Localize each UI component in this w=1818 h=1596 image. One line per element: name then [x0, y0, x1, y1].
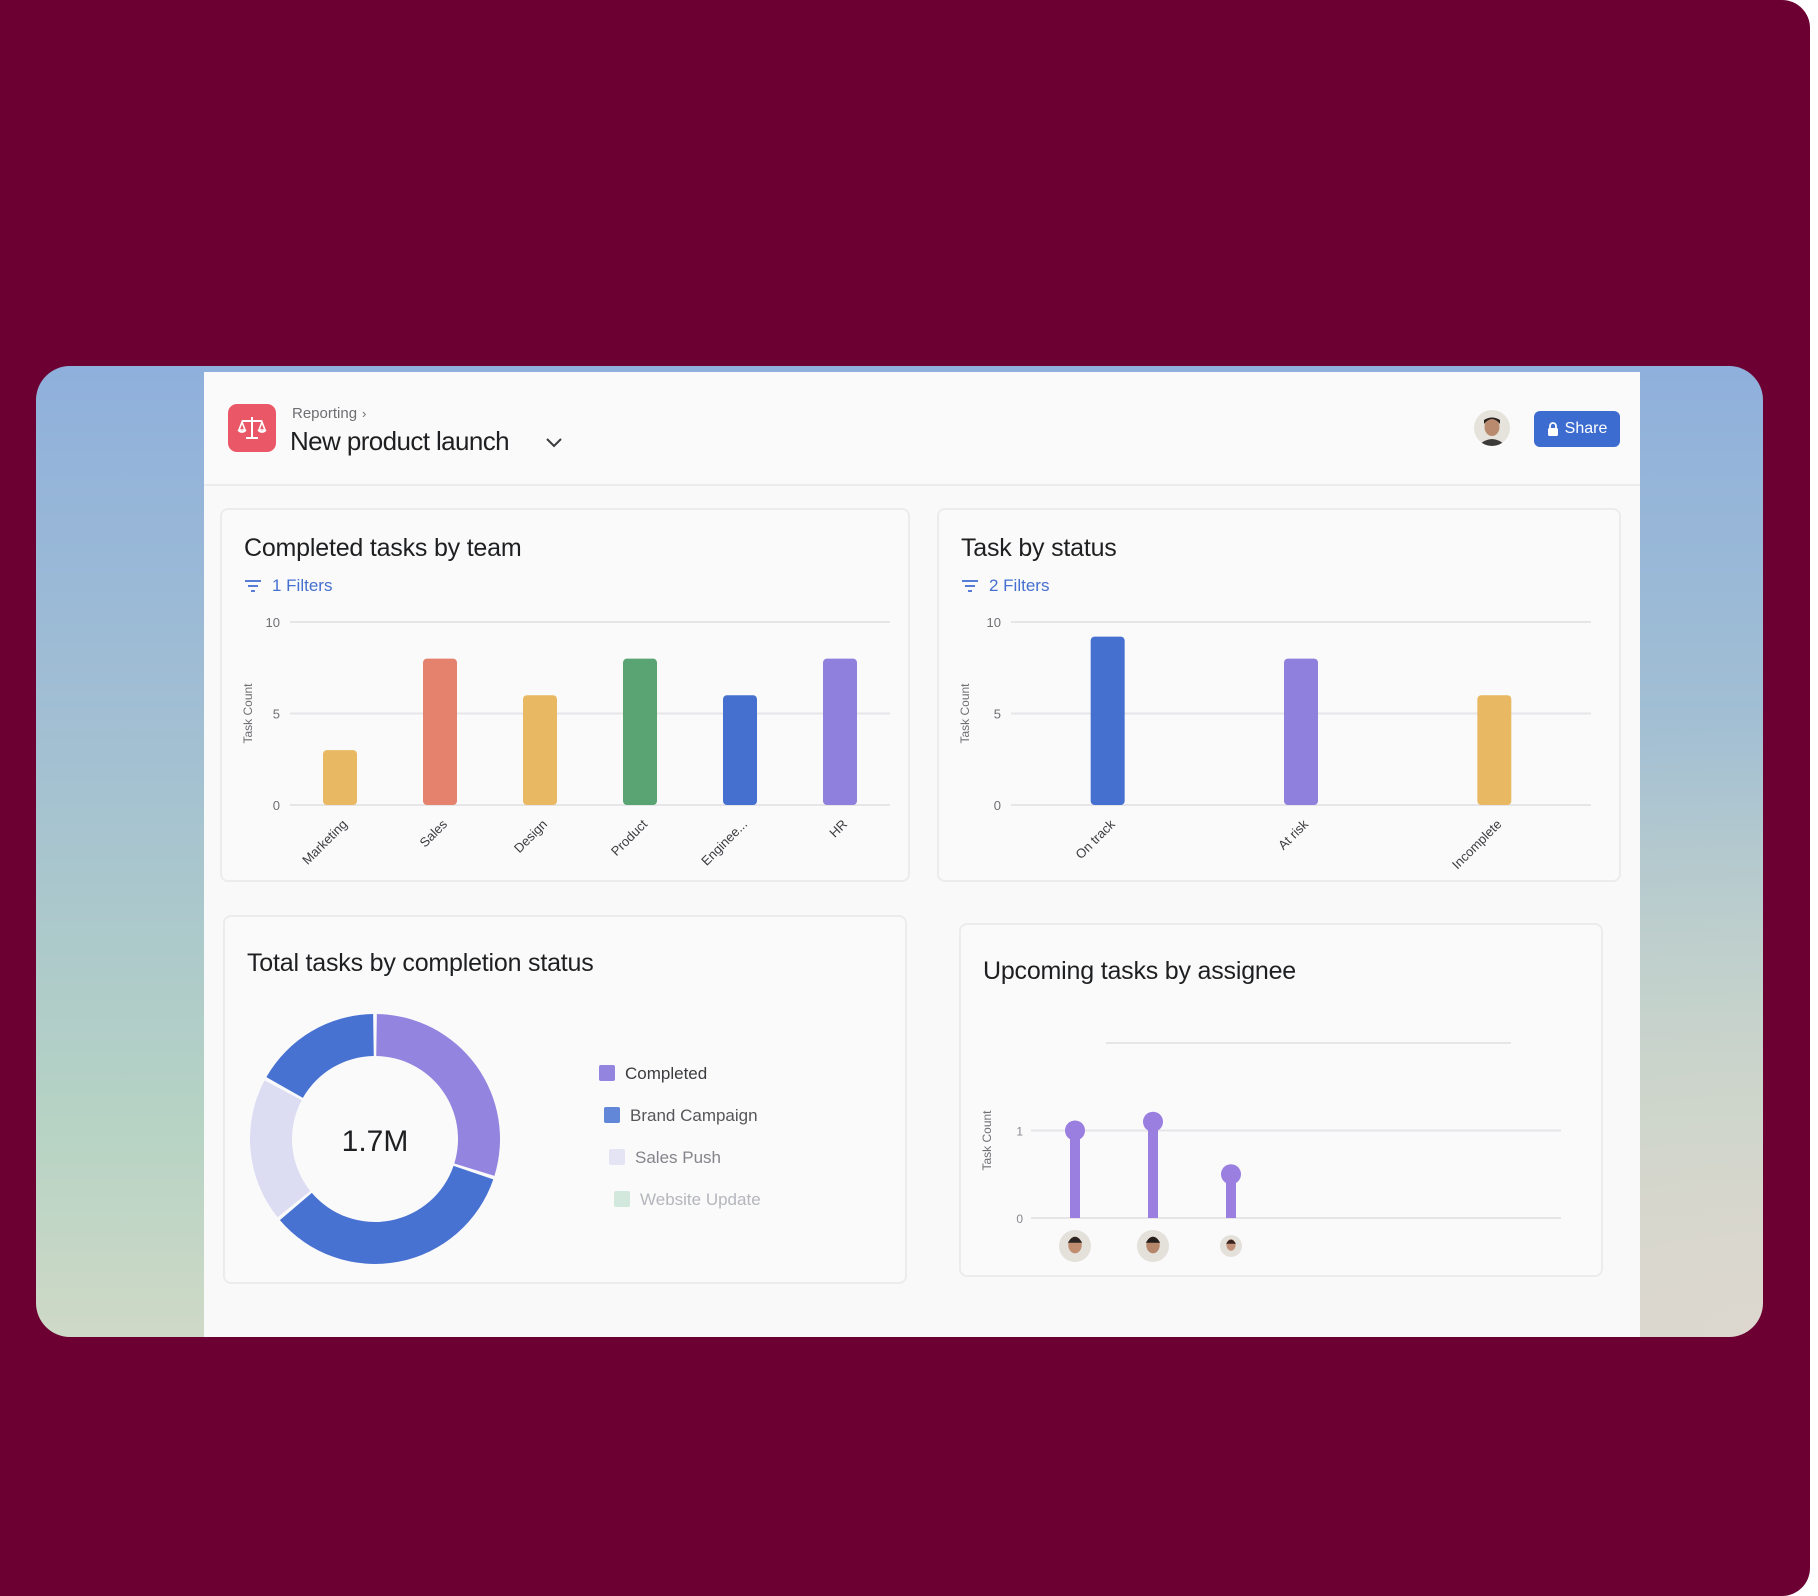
x-tick-label: Design: [511, 817, 550, 856]
x-tick-label: Product: [608, 816, 651, 859]
app-window-backdrop: Reporting › New product launch Share Com…: [36, 366, 1763, 1337]
lollipop-dot: [1221, 1164, 1241, 1185]
avatar[interactable]: [1474, 410, 1510, 446]
card-completed-tasks-by-team[interactable]: Completed tasks by team 1 Filters 0 5 10 Ta…: [220, 508, 910, 882]
bar: [723, 695, 757, 805]
scales-icon[interactable]: [228, 404, 276, 452]
card-task-by-status[interactable]: Task by status 2 Filters 0 5 10 Task Count O…: [937, 508, 1621, 882]
dashboard-header: Reporting › New product launch Share: [204, 372, 1640, 486]
bar: [823, 658, 857, 805]
card-upcoming-tasks-by-assignee[interactable]: Upcoming tasks by assignee 0 1 Task Count: [959, 923, 1603, 1277]
x-tick-label: At risk: [1275, 816, 1311, 852]
chevron-down-icon[interactable]: [544, 435, 564, 449]
donut-center-value: 1.7M: [342, 1125, 409, 1158]
legend-swatch: [609, 1149, 625, 1165]
bar: [423, 658, 457, 805]
donut-slice: [250, 1080, 311, 1218]
y-tick-label: 1: [1016, 1125, 1023, 1139]
y-axis-label: Task Count: [241, 683, 255, 744]
y-tick-label: 0: [1016, 1212, 1023, 1226]
bar: [623, 658, 657, 805]
bar: [1090, 636, 1125, 805]
y-tick-label: 5: [994, 707, 1001, 722]
legend-label: Website Update: [640, 1190, 761, 1209]
y-axis-label: Task Count: [958, 683, 972, 744]
legend-label: Brand Campaign: [630, 1106, 758, 1125]
breadcrumb[interactable]: Reporting ›: [292, 405, 366, 422]
x-tick-label: On track: [1072, 816, 1118, 862]
chevron-right-icon: ›: [362, 406, 367, 421]
y-tick-label: 10: [266, 615, 280, 630]
assignee-lollipop-chart: 0 1 Task Count: [980, 1042, 1561, 1262]
bar: [523, 695, 557, 805]
lollipop-stem: [1070, 1130, 1080, 1218]
donut-slice: [266, 1014, 374, 1098]
legend-swatch: [599, 1065, 615, 1081]
bar: [1477, 695, 1512, 805]
lock-icon: [1547, 422, 1558, 436]
legend-label: Completed: [625, 1064, 707, 1083]
share-button[interactable]: Share: [1534, 411, 1620, 447]
x-tick-label: HR: [826, 817, 850, 841]
y-tick-label: 0: [994, 798, 1001, 813]
x-tick-label: Incomplete: [1449, 817, 1505, 873]
team-bar-chart: 0 5 10 Task Count Marketing Sales Design Produc…: [241, 615, 890, 869]
lollipop-dot: [1143, 1111, 1163, 1132]
project-title[interactable]: New product launch: [290, 426, 510, 457]
reporting-dashboard: Reporting › New product launch Share Com…: [204, 372, 1640, 1337]
page-background: Reporting › New product launch Share Com…: [0, 0, 1810, 1596]
completion-donut-chart: 1.7M Completed Brand Campaign Sales Push Web…: [250, 1014, 761, 1264]
bar: [323, 750, 357, 805]
legend-swatch: [604, 1107, 620, 1123]
card-total-tasks-by-completion-status[interactable]: Total tasks by completion status 1.7M Com…: [223, 915, 907, 1284]
legend-label: Sales Push: [635, 1148, 721, 1167]
y-tick-label: 5: [273, 707, 280, 722]
bar: [1284, 658, 1318, 805]
x-tick-label: Sales: [417, 816, 451, 850]
status-bar-chart: 0 5 10 Task Count On track At risk Incomplete: [958, 615, 1591, 873]
legend-swatch: [614, 1191, 630, 1207]
donut-slice: [279, 1165, 494, 1264]
y-tick-label: 0: [273, 798, 280, 813]
share-label: Share: [1564, 420, 1608, 437]
x-tick-label: Enginee...: [698, 817, 750, 869]
breadcrumb-reporting[interactable]: Reporting: [292, 405, 357, 422]
y-axis-label: Task Count: [980, 1110, 994, 1171]
lollipop-stem: [1148, 1121, 1158, 1218]
y-tick-label: 10: [987, 615, 1001, 630]
x-tick-label: Marketing: [299, 817, 350, 868]
lollipop-dot: [1065, 1120, 1085, 1141]
